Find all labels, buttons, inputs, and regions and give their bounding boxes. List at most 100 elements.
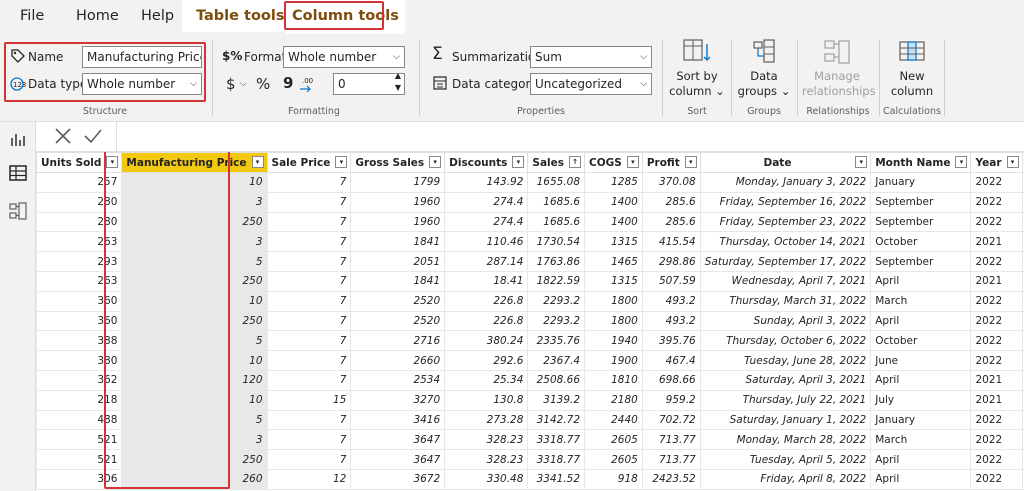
table-cell[interactable]: 250: [121, 449, 268, 470]
table-cell[interactable]: 3318.77: [527, 449, 586, 470]
table-cell[interactable]: 2180: [584, 389, 643, 411]
filter-dropdown-icon[interactable]: ▾: [335, 156, 348, 168]
table-cell[interactable]: 362: [36, 369, 123, 391]
table-cell[interactable]: 2520: [350, 290, 446, 312]
data-view-icon[interactable]: [7, 162, 29, 184]
table-cell[interactable]: 10: [121, 350, 268, 371]
tab-table-tools[interactable]: Table tools: [182, 0, 299, 32]
table-cell[interactable]: 260: [121, 468, 268, 490]
table-cell[interactable]: Thursday, March 31, 2022: [699, 290, 872, 312]
table-cell[interactable]: April: [870, 369, 972, 391]
table-cell[interactable]: 467.4: [641, 350, 701, 371]
table-cell[interactable]: 2022: [970, 468, 1023, 490]
table-cell[interactable]: Saturday, April 3, 2021: [699, 369, 872, 391]
table-cell[interactable]: 388: [36, 330, 123, 352]
commit-formula-icon[interactable]: [82, 125, 104, 147]
table-cell[interactable]: 130.8: [444, 389, 529, 411]
filter-dropdown-icon[interactable]: ▾: [512, 156, 525, 168]
table-cell[interactable]: 7: [266, 369, 352, 391]
column-header[interactable]: COGS ▾: [584, 152, 643, 173]
table-cell[interactable]: 250: [121, 270, 268, 292]
table-cell[interactable]: 2367.4: [527, 350, 586, 371]
table-cell[interactable]: Saturday, September 17, 2022: [699, 251, 872, 272]
table-cell[interactable]: 10: [121, 172, 268, 193]
cancel-formula-icon[interactable]: [52, 125, 74, 147]
table-cell[interactable]: 330.48: [444, 468, 529, 490]
table-cell[interactable]: 1841: [350, 270, 446, 292]
table-cell[interactable]: 250: [121, 211, 268, 233]
table-cell[interactable]: 2022: [970, 330, 1023, 352]
table-cell[interactable]: 7: [266, 251, 352, 272]
table-cell[interactable]: 263: [36, 231, 123, 253]
table-cell[interactable]: 2022: [970, 191, 1023, 213]
table-cell[interactable]: 2022: [970, 429, 1023, 451]
table-cell[interactable]: 2021: [970, 369, 1023, 391]
comma-button[interactable]: 9: [283, 75, 293, 91]
table-cell[interactable]: Friday, September 23, 2022: [699, 211, 872, 233]
filter-dropdown-icon[interactable]: ▾: [684, 156, 697, 168]
table-cell[interactable]: January: [870, 172, 972, 193]
column-header[interactable]: Manufacturing Price ▾: [121, 152, 268, 173]
filter-dropdown-icon[interactable]: ▾: [855, 156, 868, 168]
table-cell[interactable]: 2022: [970, 350, 1023, 371]
chevron-down-icon[interactable]: ⌵: [240, 76, 247, 92]
table-cell[interactable]: 1960: [350, 191, 446, 213]
table-cell[interactable]: September: [870, 251, 972, 272]
table-cell[interactable]: 292.6: [444, 350, 529, 371]
table-cell[interactable]: 3270: [350, 389, 446, 411]
table-cell[interactable]: 380: [36, 350, 123, 371]
table-cell[interactable]: 3142.72: [527, 409, 586, 431]
table-cell[interactable]: 7: [266, 211, 352, 233]
table-cell[interactable]: 12: [266, 468, 352, 490]
table-cell[interactable]: 110.46: [444, 231, 529, 253]
table-cell[interactable]: 7: [266, 310, 352, 332]
table-cell[interactable]: September: [870, 191, 972, 213]
data-type-select[interactable]: Whole number ⌵: [82, 73, 202, 95]
table-cell[interactable]: 1285: [584, 172, 643, 193]
table-cell[interactable]: 7: [266, 172, 352, 193]
table-cell[interactable]: 3647: [350, 449, 446, 470]
table-cell[interactable]: 2051: [350, 251, 446, 272]
table-cell[interactable]: 3672: [350, 468, 446, 490]
table-cell[interactable]: 2335.76: [527, 330, 586, 352]
data-groups-button[interactable]: Data groups ⌄: [736, 38, 792, 98]
new-column-button[interactable]: New column: [884, 38, 940, 98]
table-cell[interactable]: Tuesday, June 28, 2022: [699, 350, 872, 371]
table-cell[interactable]: 360: [36, 310, 123, 332]
table-cell[interactable]: 1730.54: [527, 231, 586, 253]
table-cell[interactable]: 3341.52: [527, 468, 586, 490]
table-cell[interactable]: 959.2: [641, 389, 701, 411]
table-cell[interactable]: Tuesday, April 5, 2022: [699, 449, 872, 470]
table-cell[interactable]: Sunday, April 3, 2022: [699, 310, 872, 332]
table-cell[interactable]: 7: [266, 290, 352, 312]
column-header[interactable]: Sale Price ▾: [266, 152, 352, 173]
table-cell[interactable]: 2520: [350, 310, 446, 332]
table-cell[interactable]: 280: [36, 191, 123, 213]
table-cell[interactable]: 370.08: [641, 172, 701, 193]
table-cell[interactable]: 3: [121, 191, 268, 213]
table-cell[interactable]: 5: [121, 409, 268, 431]
table-cell[interactable]: July: [870, 389, 972, 411]
table-cell[interactable]: 10: [121, 290, 268, 312]
table-cell[interactable]: 5: [121, 330, 268, 352]
table-cell[interactable]: Thursday, October 14, 2021: [699, 231, 872, 253]
table-cell[interactable]: 1960: [350, 211, 446, 233]
table-cell[interactable]: 7: [266, 409, 352, 431]
table-cell[interactable]: Friday, September 16, 2022: [699, 191, 872, 213]
table-cell[interactable]: 298.86: [641, 251, 701, 272]
table-cell[interactable]: April: [870, 270, 972, 292]
table-cell[interactable]: 2022: [970, 251, 1023, 272]
summarization-select[interactable]: Sum ⌵: [530, 46, 652, 68]
table-cell[interactable]: 218: [36, 389, 123, 411]
table-cell[interactable]: 395.76: [641, 330, 701, 352]
table-cell[interactable]: 263: [36, 270, 123, 292]
table-cell[interactable]: 1900: [584, 350, 643, 371]
table-cell[interactable]: 2423.52: [641, 468, 701, 490]
table-cell[interactable]: 2021: [970, 270, 1023, 292]
table-cell[interactable]: 120: [121, 369, 268, 391]
table-cell[interactable]: 507.59: [641, 270, 701, 292]
table-cell[interactable]: 2022: [970, 172, 1023, 193]
table-cell[interactable]: Friday, April 8, 2022: [699, 468, 872, 490]
table-cell[interactable]: 226.8: [444, 290, 529, 312]
sort-ascending-icon[interactable]: ↑: [569, 156, 582, 168]
